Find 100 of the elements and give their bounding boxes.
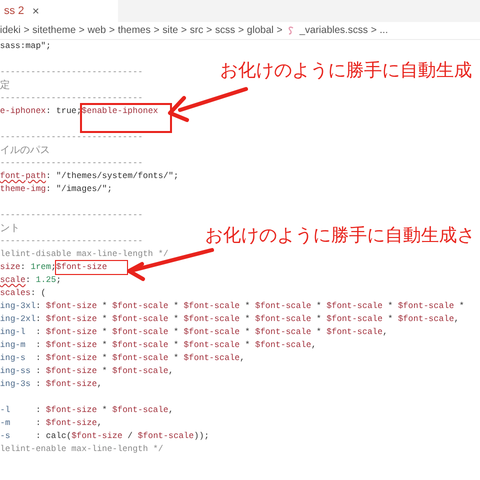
code-token: * [101,340,108,350]
breadcrumb-item[interactable]: src [190,23,204,38]
breadcrumb-item[interactable]: site [162,23,178,38]
code-comment: ント [0,223,20,234]
breadcrumb-item[interactable]: global [246,23,274,38]
breadcrumb-separator: > [108,24,116,38]
code-token: * [315,301,322,311]
breadcrumb-separator: > [205,24,214,38]
code-comment: ---------------------------- [0,132,143,142]
code-token: $font-scale [398,314,454,324]
breadcrumb-separator: > [276,24,284,38]
editor-tab[interactable]: ss 2 × [0,0,118,22]
code-token: * [172,340,180,350]
code-comment: lelint-disable max-line-length */ [0,249,168,259]
code-token: $font-scale [112,353,168,363]
code-token: $font-size [46,405,97,415]
code-token: size [0,262,20,272]
code-token: scales [0,288,31,298]
code-token: ing-m [0,340,27,350]
code-token: $font-size [46,379,97,389]
code-token: : [36,379,42,389]
code-token: ing-2xl [0,314,36,324]
code-token: $font-scale [112,327,168,337]
code-token: $font-scale [255,301,312,311]
code-token: * [101,327,108,337]
code-token: * [315,327,322,337]
code-comment: ---------------------------- [0,236,143,246]
code-token: : ( [30,288,46,298]
code-token: ing-ss [0,366,32,376]
code-token: , [96,418,102,428]
code-comment: イルのパス [0,145,50,156]
breadcrumb-item[interactable]: sitetheme [32,23,76,38]
code-token: * [101,405,108,415]
code-token: * [386,301,394,311]
breadcrumb-item[interactable]: _variables.scss [299,23,368,38]
code-token: $font-scale [112,405,168,415]
code-token: * [172,301,180,311]
code-token: : "/themes/system/fonts/"; [46,171,179,181]
code-token: $font-scale [184,314,240,324]
code-token: $font-size [46,314,97,324]
code-token: 1rem [30,262,52,272]
code-token: * [101,301,108,311]
code-token: , [168,366,174,376]
code-token: * [244,314,251,324]
code-token: / [126,431,134,441]
annotation-text: お化けのように勝手に自動生成 [220,59,472,83]
code-token: ing-s [0,353,27,363]
code-token: sass:map" [0,41,46,51]
code-token: ing-l [0,327,27,337]
code-token: font-path [0,171,46,181]
code-token: , [96,379,102,389]
code-token: $font-scale [184,353,240,363]
code-token: * [458,301,464,311]
code-token: * [386,314,394,324]
code-token: scale [0,275,26,285]
code-token: -s [0,431,12,441]
code-token: : [36,353,42,363]
code-token: $font-scale [138,431,194,441]
code-token: * [315,314,322,324]
breadcrumb-item[interactable]: ideki [0,23,21,38]
code-token: e-iphonex [0,106,46,116]
code-token: , [168,405,174,415]
code-token: : "/images/"; [46,184,112,194]
code-token: : [36,301,42,311]
code-token: $font-scale [184,327,240,337]
code-token: * [101,314,108,324]
code-token: -m [0,418,12,428]
code-token: $font-scale [184,301,240,311]
breadcrumb-item[interactable]: themes [118,23,151,38]
code-token: ing-3s [0,379,32,389]
code-comment: ---------------------------- [0,158,143,168]
code-token: : [36,366,42,376]
close-icon[interactable]: × [32,2,40,20]
code-token: * [172,353,180,363]
breadcrumb-separator: > [22,24,30,38]
code-token: ; [51,262,56,272]
code-token: -l [0,405,12,415]
code-token: $font-scale [112,340,168,350]
code-token: , [240,353,245,363]
code-token: : [36,340,42,350]
breadcrumb-separator: > [152,24,160,38]
breadcrumb-separator: > [370,24,378,38]
code-token: $font-size [46,327,97,337]
code-token: $font-scale [398,301,454,311]
code-token: * [101,353,108,363]
code-token: * [244,327,251,337]
code-token: $font-size [46,418,97,428]
code-token: * [101,366,108,376]
code-token: : [26,275,32,285]
code-token: $font-scale [326,301,383,311]
code-token: theme-img [0,184,46,194]
breadcrumb-item[interactable]: ... [380,23,388,38]
code-token: : [20,262,27,272]
code-token: * [244,301,251,311]
code-token: , [454,314,460,324]
breadcrumb-item[interactable]: scss [215,23,236,38]
code-comment: ---------------------------- [0,210,143,220]
tab-title: ss 2 [4,4,24,19]
code-token: $font-scale [112,366,168,376]
breadcrumb-item[interactable]: web [88,23,106,38]
